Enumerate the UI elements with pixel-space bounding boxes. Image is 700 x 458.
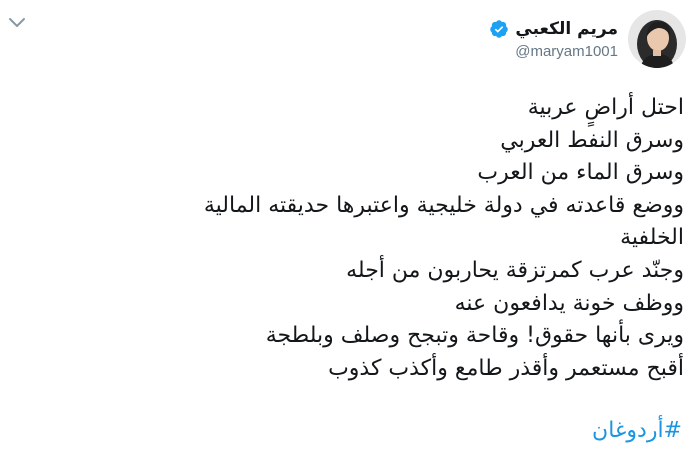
tweet-line: وسرق الماء من العرب (477, 160, 684, 186)
tweet-text: احتل أراضٍ عربية وسرق النفط العربي وسرق … (44, 92, 684, 385)
avatar-image (628, 10, 686, 68)
tweet-header: مريم الكعبي @maryam1001 (489, 10, 686, 68)
tweet-line: ووظف خونة يدافعون عنه (454, 290, 684, 316)
user-handle[interactable]: @maryam1001 (489, 43, 618, 60)
tweet-line: ويرى بأنها حقوق! وقاحة وتبجح وصلف وبلطجة (265, 323, 684, 349)
user-names: مريم الكعبي @maryam1001 (489, 19, 618, 60)
tweet-line: الخلفية (620, 225, 684, 251)
name-row: مريم الكعبي (489, 19, 618, 39)
display-name[interactable]: مريم الكعبي (515, 19, 618, 39)
verified-badge-icon (490, 19, 509, 38)
avatar[interactable] (628, 10, 686, 68)
tweet-line: أقبح مستعمر وأقذر طامع وأكذب كذوب (328, 355, 684, 381)
tweet-line: وسرق النفط العربي (500, 127, 684, 153)
chevron-down-icon[interactable] (8, 16, 26, 30)
tweet-line: ووضع قاعدته في دولة خليجية واعتبرها حديق… (203, 192, 684, 218)
tweet-line: وجنّد عرب كمرتزقة يحاربون من أجله (346, 257, 684, 283)
tweet-line: احتل أراضٍ عربية (527, 95, 684, 120)
hashtag-link[interactable]: #أردوغان (592, 418, 682, 443)
